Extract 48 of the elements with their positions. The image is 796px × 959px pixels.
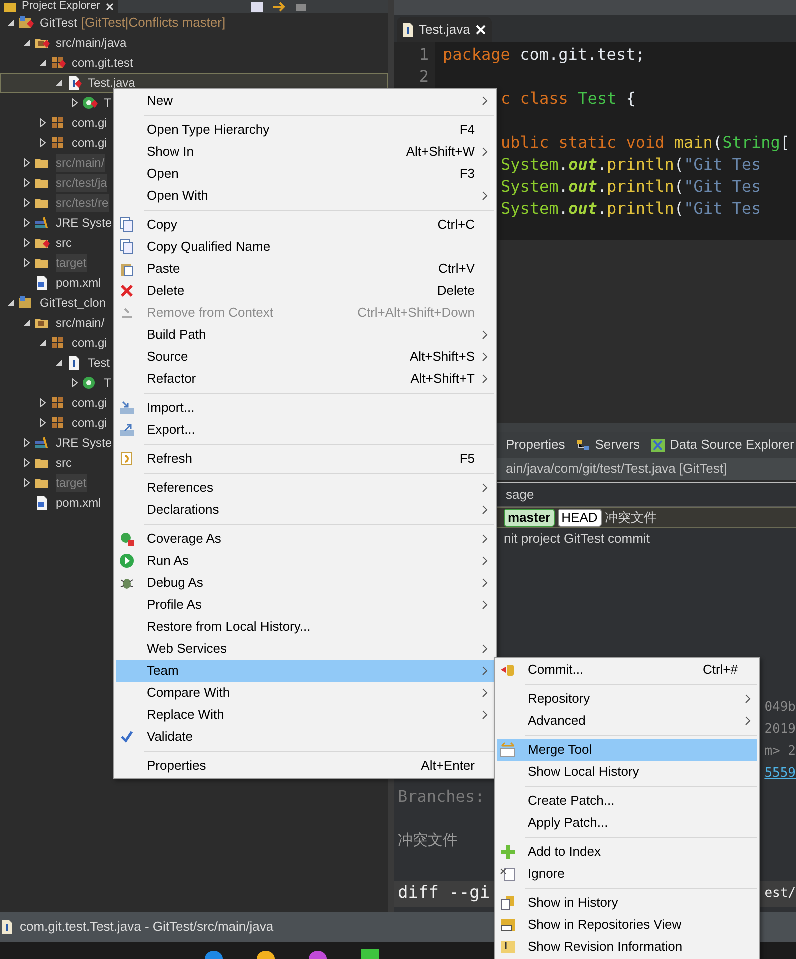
tree-label: src/test/re <box>56 194 109 212</box>
tree-label: GitTest <box>40 15 78 32</box>
code-line: System.out.println("Git Tes <box>501 154 762 176</box>
tree-label: com.git.test <box>72 55 134 72</box>
ref-badge: HEAD <box>558 508 602 526</box>
tree-label: src/main/ <box>56 154 105 172</box>
line-number: 2 <box>419 66 429 88</box>
commit-detail: 2019 <box>764 721 796 740</box>
diff-text: est/ <box>764 885 796 904</box>
tree-label: pom.xml <box>56 495 102 512</box>
file-path: ain/java/com/git/test/Test.java [GitTest] <box>506 460 728 478</box>
column-header: sage <box>506 486 534 504</box>
git-decoration: [GitTest|Conflicts master] <box>81 14 226 32</box>
tree-label: src <box>56 455 72 472</box>
code-line: package com.git.test; <box>443 44 646 66</box>
code-line: ublic static void main(String[ <box>501 132 790 154</box>
tree-label: JRE Syste <box>56 215 112 232</box>
tree-label: com.gi <box>72 395 108 412</box>
tree-label: com.gi <box>72 415 108 432</box>
commit-detail: m> 2 <box>764 743 796 762</box>
tree-label: JRE Syste <box>56 435 112 452</box>
tree-label: src/main/ <box>56 315 105 332</box>
tree-label: T <box>104 95 112 112</box>
diff-text: diff --gi <box>398 882 490 906</box>
tree-label: GitTest_clon <box>40 295 106 312</box>
tree-label: com.gi <box>72 135 108 152</box>
ref-badge: master <box>504 508 555 526</box>
code-line: c class Test { <box>501 88 636 110</box>
commit-message: 冲突文件 <box>604 508 657 527</box>
tree-label: com.gi <box>72 335 108 352</box>
commit-message: nit project GitTest commit <box>504 530 650 548</box>
tree-label: com.gi <box>72 115 108 132</box>
commit-message: 冲突文件 <box>398 830 458 851</box>
code-line: System.out.println("Git Tes <box>501 176 762 198</box>
status-text: com.git.test.Test.java - GitTest/src/main/java <box>20 918 274 936</box>
tree-label: Test <box>88 355 110 372</box>
tree-label: target <box>56 474 87 492</box>
line-number: 1 <box>419 44 429 66</box>
tree-label: pom.xml <box>56 275 102 292</box>
tree-label: Test.java <box>88 75 136 92</box>
tree-label: T <box>104 375 112 392</box>
tree-label: target <box>56 254 87 272</box>
tree-label: src/test/ja <box>56 174 108 192</box>
code-line: System.out.println("Git Tes <box>501 198 762 220</box>
commit-detail: 049b <box>764 699 796 718</box>
tree-label: src <box>56 235 72 252</box>
branches-label: Branches: <box>398 786 485 808</box>
tree-label: src/main/java <box>56 35 127 52</box>
